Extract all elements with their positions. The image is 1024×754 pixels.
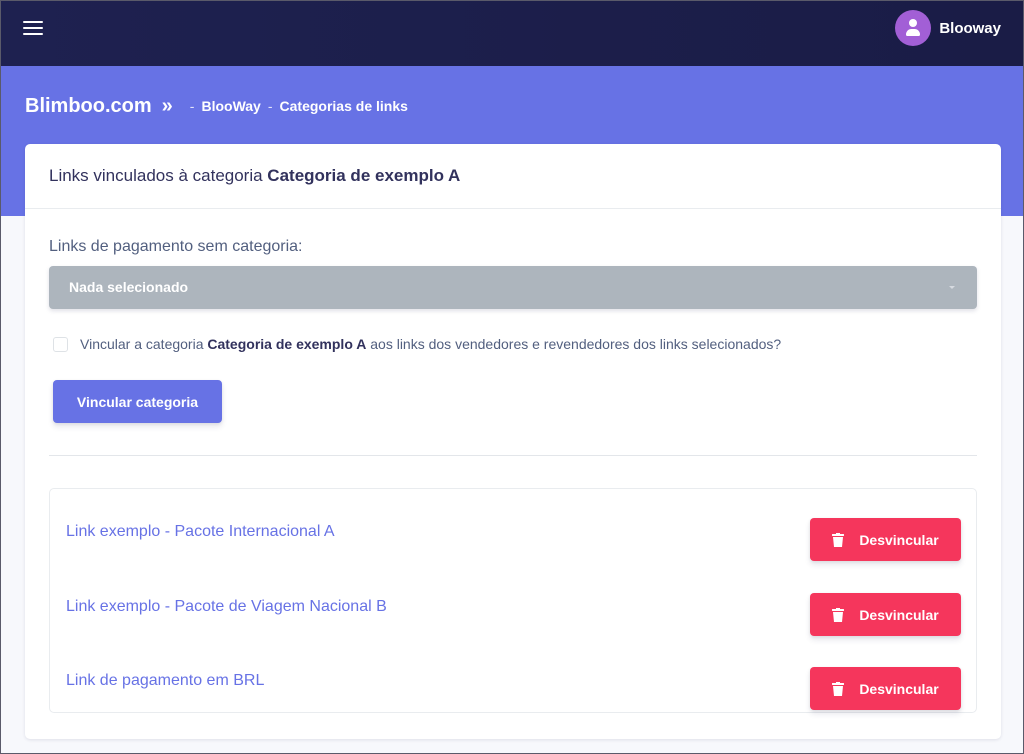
card-title: Links vinculados à categoria Categoria d…: [25, 144, 1001, 209]
link-name[interactable]: Link exemplo - Pacote de Viagem Nacional…: [66, 598, 387, 616]
unlink-button[interactable]: Desvincular: [810, 593, 961, 636]
link-sellers-checkbox[interactable]: [53, 336, 68, 352]
unlink-button-label: Desvincular: [859, 531, 939, 548]
select-label: Links de pagamento sem categoria:: [49, 238, 303, 255]
category-links-card: Links vinculados à categoria Categoria d…: [25, 144, 1001, 739]
top-navbar: Blooway: [1, 1, 1023, 66]
user-icon: [895, 10, 932, 46]
breadcrumb-item-blooway[interactable]: BlooWay: [201, 98, 260, 114]
link-sellers-checkbox-row: Vincular a categoria Categoria de exempl…: [53, 335, 781, 353]
link-category-button[interactable]: Vincular categoria: [53, 380, 222, 423]
links-select-dropdown[interactable]: Nada selecionado: [49, 266, 977, 309]
trash-icon: [832, 532, 845, 547]
user-menu[interactable]: Blooway: [895, 10, 1001, 46]
breadcrumb: Blimboo.com » - BlooWay - Categorias de …: [25, 94, 408, 118]
breadcrumb-separator: -: [189, 98, 195, 114]
unlink-button[interactable]: Desvincular: [810, 518, 961, 561]
unlink-button[interactable]: Desvincular: [810, 667, 961, 710]
linked-links-list: Link exemplo - Pacote Internacional A De…: [49, 488, 977, 713]
link-name[interactable]: Link de pagamento em BRL: [66, 672, 264, 690]
app-window: Blooway Blimboo.com » - BlooWay - Catego…: [0, 0, 1024, 754]
card-title-prefix: Links vinculados à categoria: [49, 166, 268, 185]
checkbox-label: Vincular a categoria Categoria de exempl…: [80, 336, 781, 352]
breadcrumb-separator: -: [267, 98, 273, 114]
breadcrumb-item-current: Categorias de links: [279, 98, 408, 114]
unlink-button-label: Desvincular: [859, 680, 939, 697]
checkbox-category-name: Categoria de exemplo A: [207, 336, 367, 352]
list-item: Link exemplo - Pacote Internacional A De…: [50, 503, 976, 563]
card-title-category: Categoria de exemplo A: [267, 166, 461, 185]
double-chevron-right-icon: »: [161, 95, 173, 117]
list-item: Link exemplo - Pacote de Viagem Nacional…: [50, 578, 976, 638]
user-name: Blooway: [939, 19, 1001, 37]
divider: [49, 455, 977, 456]
trash-icon: [832, 681, 845, 696]
caret-down-icon: [949, 286, 955, 289]
hamburger-menu-icon[interactable]: [23, 20, 43, 36]
checkbox-text-after: aos links dos vendedores e revendedores …: [366, 336, 782, 352]
list-item: Link de pagamento em BRL Desvincular: [50, 652, 976, 712]
checkbox-text-before: Vincular a categoria: [80, 336, 208, 352]
breadcrumb-brand-link[interactable]: Blimboo.com: [25, 95, 152, 118]
select-value: Nada selecionado: [69, 279, 189, 295]
trash-icon: [832, 607, 845, 622]
unlink-button-label: Desvincular: [859, 606, 939, 623]
link-name[interactable]: Link exemplo - Pacote Internacional A: [66, 523, 335, 541]
